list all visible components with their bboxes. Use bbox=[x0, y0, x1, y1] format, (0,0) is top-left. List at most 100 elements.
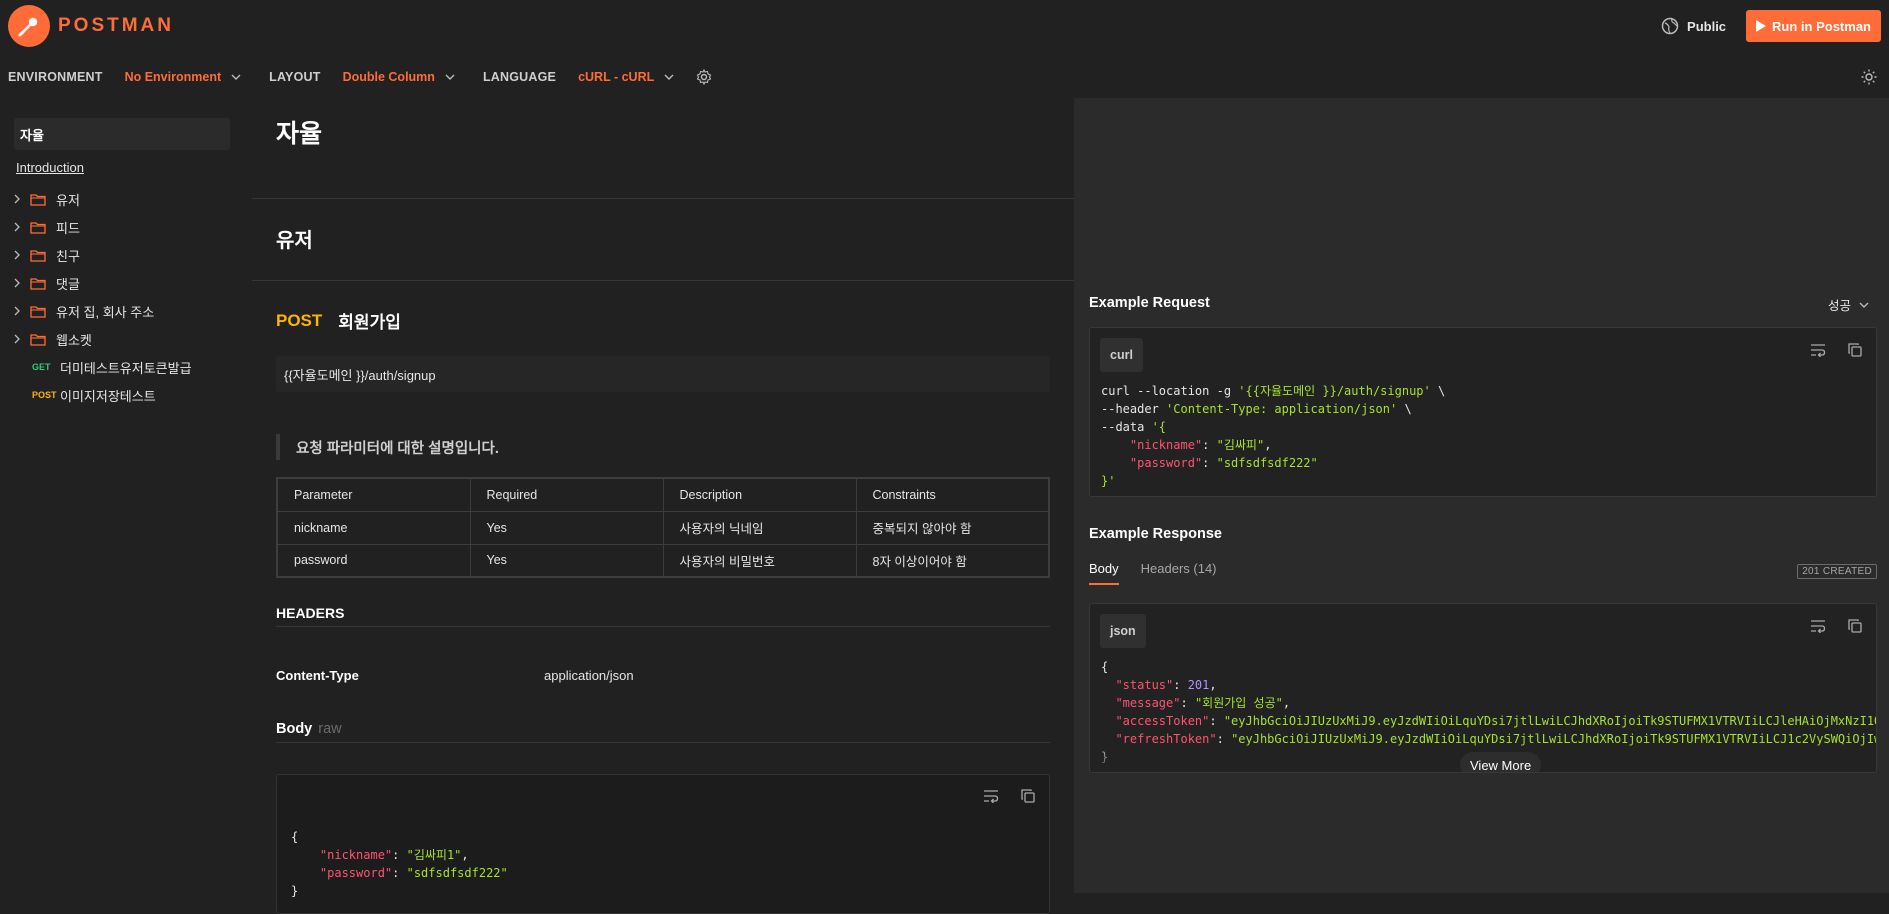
code-brace: { bbox=[291, 830, 299, 844]
table-header-row: Parameter Required Description Constrain… bbox=[276, 477, 1050, 512]
folder-icon bbox=[30, 277, 46, 290]
section-divider bbox=[252, 198, 1074, 199]
chevron-right-icon bbox=[14, 222, 20, 232]
examples-panel: Example Request 성공 curl curl --location … bbox=[1074, 98, 1889, 893]
code-toolbar bbox=[1810, 343, 1862, 357]
section-rule bbox=[276, 626, 1050, 627]
language-select[interactable]: cURL - cURL bbox=[578, 70, 674, 84]
environment-select[interactable]: No Environment bbox=[125, 70, 242, 84]
json-key: "status" bbox=[1115, 678, 1174, 692]
table-cell: Yes bbox=[469, 510, 664, 545]
request-name: 회원가입 bbox=[338, 313, 401, 332]
parameters-table: Parameter Required Description Constrain… bbox=[276, 477, 1050, 578]
layout-select[interactable]: Double Column bbox=[343, 70, 455, 84]
sidebar-folder-comments[interactable]: 댓글 bbox=[0, 269, 252, 297]
visibility-indicator: Public bbox=[1661, 17, 1726, 35]
table-header-cell: Parameter bbox=[276, 477, 471, 512]
folder-label: 피드 bbox=[56, 220, 80, 236]
language-label: LANGUAGE bbox=[482, 70, 557, 84]
code-text: --header bbox=[1101, 402, 1167, 416]
environment-label: ENVIRONMENT bbox=[8, 70, 103, 84]
table-header-cell: Constraints bbox=[855, 477, 1050, 512]
brand[interactable]: POSTMAN bbox=[8, 5, 174, 47]
body-section-title: Body raw bbox=[276, 721, 342, 737]
headers-section-title: HEADERS bbox=[276, 605, 345, 621]
chevron-right-icon bbox=[14, 194, 20, 204]
curl-code-lines: curl --location -g '{{자율도메인 }}/auth/sign… bbox=[1101, 384, 1446, 488]
sidebar-folder-friends[interactable]: 친구 bbox=[0, 241, 252, 269]
folder-label: 친구 bbox=[56, 248, 80, 264]
section-divider bbox=[252, 280, 1074, 281]
json-key: "password" bbox=[1129, 456, 1203, 470]
folder-label: 댓글 bbox=[56, 276, 80, 292]
copy-icon[interactable] bbox=[1021, 789, 1035, 803]
example-select-value: 성공 bbox=[1827, 299, 1851, 313]
example-request-title: Example Request bbox=[1089, 295, 1210, 311]
request-heading: POST 회원가입 bbox=[276, 308, 401, 333]
code-string: '{ bbox=[1151, 420, 1167, 434]
body-label: Body bbox=[276, 721, 313, 737]
top-header: POSTMAN Public Run in Postman bbox=[0, 0, 1889, 52]
copy-icon[interactable] bbox=[1848, 619, 1862, 633]
code-string: }' bbox=[1101, 474, 1116, 488]
collection-nav-title[interactable]: 자율 bbox=[14, 118, 230, 150]
example-select[interactable]: 성공 bbox=[1828, 295, 1869, 314]
tab-body[interactable]: Body bbox=[1089, 561, 1119, 585]
example-response-code: json { "status": 201, "message": "회원가입 성… bbox=[1089, 603, 1877, 773]
introduction-link[interactable]: Introduction bbox=[16, 160, 252, 175]
table-cell: Yes bbox=[469, 543, 664, 578]
theme-toggle-sun-icon[interactable] bbox=[1861, 69, 1877, 85]
sidebar-folder-feed[interactable]: 피드 bbox=[0, 213, 252, 241]
section-rule bbox=[276, 742, 1050, 743]
code-string: '{{자율도메인 }}/auth/signup' bbox=[1238, 384, 1431, 398]
table-row: password Yes 사용자의 비밀번호 8자 이상이어야 함 bbox=[276, 543, 1050, 578]
wrap-lines-icon[interactable] bbox=[1810, 343, 1826, 357]
sidebar-folder-users[interactable]: 유저 bbox=[0, 185, 252, 213]
chevron-right-icon bbox=[14, 250, 20, 260]
view-more-button[interactable]: View More bbox=[1460, 752, 1542, 772]
table-cell: 사용자의 비밀번호 bbox=[662, 543, 857, 578]
sidebar-request-image-save[interactable]: POST 이미지저장테스트 bbox=[0, 381, 252, 409]
table-cell: 사용자의 닉네임 bbox=[662, 510, 857, 545]
wrap-lines-icon[interactable] bbox=[983, 789, 999, 803]
code-brace: { bbox=[1101, 660, 1109, 674]
code-toolbar bbox=[1810, 619, 1862, 633]
code-text: curl --location -g bbox=[1101, 384, 1239, 398]
json-string: "김싸피" bbox=[1216, 438, 1265, 452]
tab-headers[interactable]: Headers (14) bbox=[1141, 561, 1217, 585]
documentation-main: 자율 유저 POST 회원가입 {{자율도메인 }}/auth/signup 요… bbox=[252, 100, 1074, 914]
layout-label: LAYOUT bbox=[269, 70, 321, 84]
environment-value: No Environment bbox=[124, 70, 222, 84]
folder-label: 유저 집, 회사 주소 bbox=[56, 304, 155, 320]
request-method: POST bbox=[276, 310, 323, 330]
json-key: "password" bbox=[319, 866, 393, 880]
table-row: nickname Yes 사용자의 닉네임 중복되지 않아야 함 bbox=[276, 510, 1050, 545]
copy-icon[interactable] bbox=[1848, 343, 1862, 357]
chevron-down-icon bbox=[1859, 302, 1869, 308]
gear-icon[interactable] bbox=[696, 69, 712, 85]
sidebar-request-dummy-token[interactable]: GET 더미테스트유저토큰발급 bbox=[0, 353, 252, 381]
globe-icon bbox=[1661, 17, 1679, 35]
folder-icon bbox=[30, 193, 46, 206]
folder-label: 웹소켓 bbox=[56, 332, 92, 348]
request-body-code: { "nickname": "김싸피1", "password": "sdfsd… bbox=[276, 774, 1050, 914]
wrap-lines-icon[interactable] bbox=[1810, 619, 1826, 633]
sidebar-folder-websocket[interactable]: 웹소켓 bbox=[0, 325, 252, 353]
collection-title: 자율 bbox=[276, 120, 323, 148]
status-badge: 201 CREATED bbox=[1797, 564, 1877, 579]
chevron-down-icon bbox=[445, 74, 455, 80]
table-cell: 8자 이상이어야 함 bbox=[855, 543, 1050, 578]
folder-icon bbox=[30, 305, 46, 318]
folder-label: 유저 bbox=[56, 192, 80, 208]
request-language-tag: curl bbox=[1100, 338, 1143, 372]
json-string: "회원가입 성공" bbox=[1194, 696, 1283, 710]
language-value: cURL - cURL bbox=[578, 70, 655, 84]
table-header-cell: Description bbox=[662, 477, 857, 512]
json-string: "김싸피1" bbox=[406, 848, 462, 862]
sidebar-folder-addresses[interactable]: 유저 집, 회사 주소 bbox=[0, 297, 252, 325]
header-key: Content-Type bbox=[276, 668, 359, 683]
run-in-postman-button[interactable]: Run in Postman bbox=[1746, 10, 1881, 42]
request-url: {{자율도메인 }}/auth/signup bbox=[276, 356, 1050, 392]
request-label: 더미테스트유저토큰발급 bbox=[60, 360, 192, 376]
postman-logo-icon bbox=[8, 5, 50, 47]
